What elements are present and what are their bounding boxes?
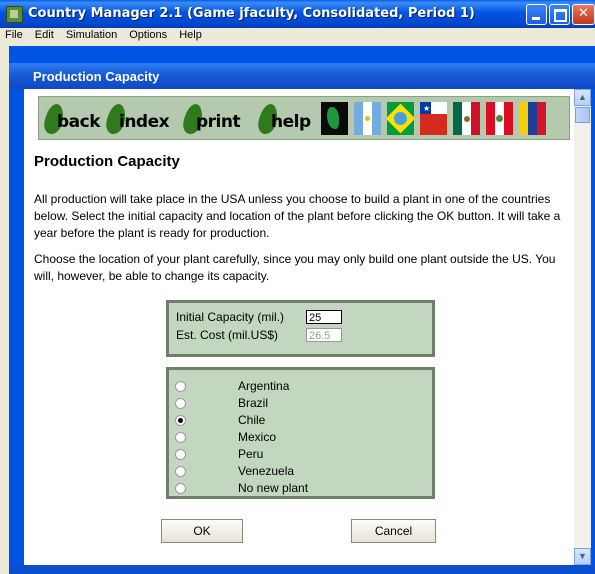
inner-window-titlebar[interactable]: Production Capacity [9, 63, 595, 89]
scroll-up-icon[interactable]: ▲ [574, 89, 591, 106]
ok-button[interactable]: OK [161, 519, 243, 543]
cancel-button[interactable]: Cancel [351, 519, 436, 543]
chile-flag-icon[interactable]: ★ [420, 102, 447, 135]
initial-capacity-input[interactable]: 25 [306, 310, 342, 324]
menu-simulation[interactable]: Simulation [61, 28, 121, 41]
index-button[interactable]: index [104, 104, 173, 134]
scroll-thumb[interactable] [575, 107, 590, 123]
est-cost-field: 26.5 [306, 328, 342, 342]
initial-capacity-label: Initial Capacity (mil.) [176, 310, 285, 324]
radio-button[interactable] [175, 381, 186, 392]
window-title: Country Manager 2.1 (Game jfaculty, Cons… [28, 6, 475, 21]
scroll-down-icon[interactable]: ▼ [574, 548, 591, 565]
window-bottom-border [9, 565, 595, 574]
inner-window-title: Production Capacity [33, 69, 160, 84]
country-option-peru[interactable]: Peru [169, 446, 432, 463]
mexico-flag-icon[interactable] [453, 102, 480, 135]
back-button[interactable]: back [42, 104, 101, 134]
intro-paragraph: All production will take place in the US… [34, 192, 561, 240]
radio-button[interactable] [175, 432, 186, 443]
radio-button[interactable] [175, 449, 186, 460]
country-option-venezuela[interactable]: Venezuela [169, 463, 432, 480]
peru-flag-icon[interactable] [486, 102, 513, 135]
country-option-argentina[interactable]: Argentina [169, 378, 432, 395]
country-selection-panel: Argentina Brazil Chile Mexico Peru Venez… [166, 367, 435, 499]
south-america-map-icon[interactable] [321, 102, 348, 135]
venezuela-flag-icon[interactable] [519, 102, 546, 135]
content-area: back index print help ★ Production Capac… [24, 89, 574, 565]
navigation-bar: back index print help ★ [38, 96, 570, 140]
vertical-scrollbar[interactable]: ▲ ▼ [574, 89, 591, 565]
help-button[interactable]: help [256, 104, 315, 134]
capacity-panel: Initial Capacity (mil.) 25 Est. Cost (mi… [166, 300, 435, 357]
radio-button[interactable] [175, 466, 186, 477]
country-option-chile[interactable]: Chile [169, 412, 432, 429]
app-icon [6, 6, 23, 23]
print-button[interactable]: print [181, 104, 246, 134]
close-button[interactable]: ✕ [572, 4, 595, 25]
radio-button-selected[interactable] [175, 415, 186, 426]
radio-button[interactable] [175, 483, 186, 494]
page-heading: Production Capacity [34, 153, 180, 170]
window-titlebar[interactable]: Country Manager 2.1 (Game jfaculty, Cons… [0, 0, 595, 28]
location-paragraph: Choose the location of your plant carefu… [34, 252, 556, 283]
minimize-button[interactable] [526, 4, 547, 25]
argentina-flag-icon[interactable] [354, 102, 381, 135]
country-option-no-new-plant[interactable]: No new plant [169, 480, 432, 497]
country-option-brazil[interactable]: Brazil [169, 395, 432, 412]
est-cost-label: Est. Cost (mil.US$) [176, 328, 279, 342]
menu-bar: File Edit Simulation Options Help [0, 28, 595, 44]
radio-button[interactable] [175, 398, 186, 409]
menu-help[interactable]: Help [174, 28, 206, 41]
country-option-mexico[interactable]: Mexico [169, 429, 432, 446]
menu-options[interactable]: Options [124, 28, 171, 41]
brazil-flag-icon[interactable] [387, 102, 414, 135]
maximize-button[interactable] [549, 4, 570, 25]
menu-file[interactable]: File [0, 28, 27, 41]
menu-edit[interactable]: Edit [30, 28, 58, 41]
